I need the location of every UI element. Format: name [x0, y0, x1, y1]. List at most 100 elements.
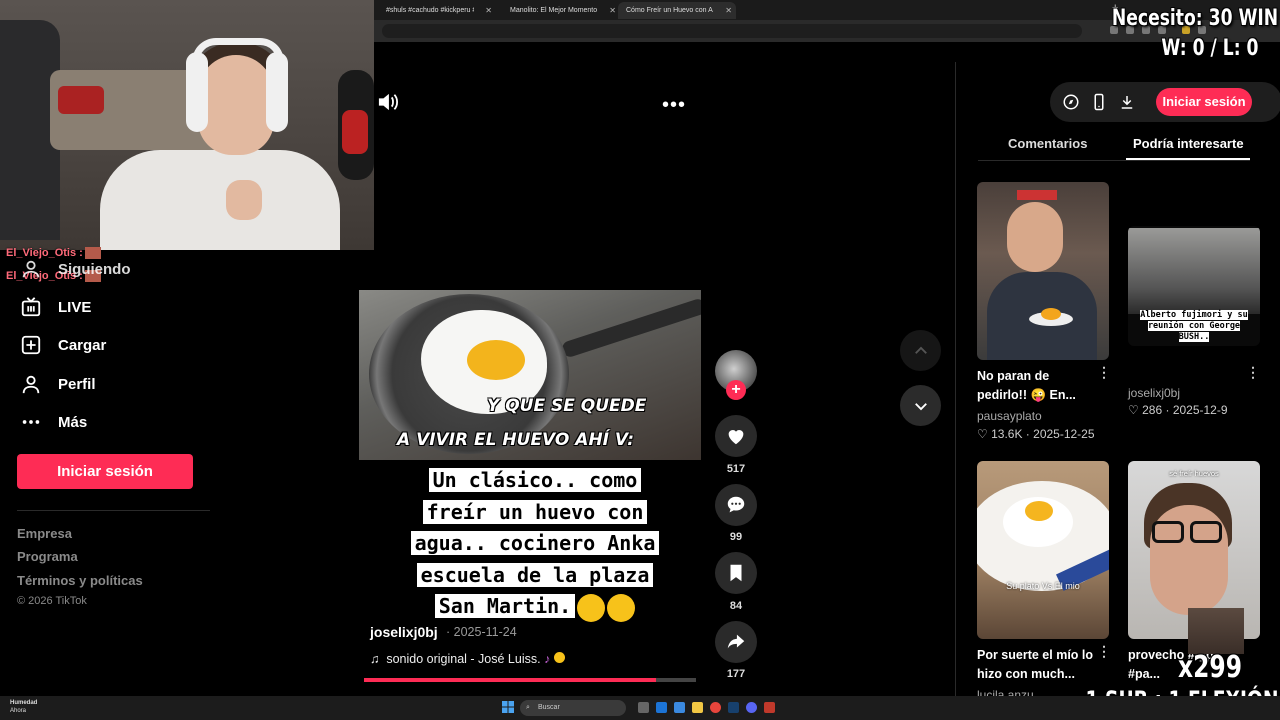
close-icon[interactable]: ✕ — [725, 2, 732, 19]
webcam-plant-detail — [342, 110, 368, 154]
video-music[interactable]: ♫ sonido original - José Luiss. ♪ — [370, 652, 565, 666]
footer-link-terms[interactable]: Términos y políticas — [17, 573, 143, 588]
card-author[interactable]: joselixj0bj — [1128, 386, 1180, 400]
login-button[interactable]: Iniciar sesión — [17, 454, 193, 489]
sidebar-item-more[interactable]: Más — [20, 411, 87, 433]
tab-related[interactable]: Podría interesarte — [1133, 136, 1244, 151]
taskbar-search[interactable]: ⌕ Buscar — [520, 700, 626, 716]
search-placeholder: Buscar — [538, 704, 560, 711]
card-more-icon[interactable]: ⋮ — [1246, 364, 1260, 381]
webcam-feed — [0, 0, 374, 250]
more-options-icon[interactable]: ••• — [662, 94, 686, 117]
card-author[interactable]: pausayplato — [977, 409, 1042, 423]
close-icon[interactable]: ✕ — [485, 2, 492, 19]
save-count: 84 — [729, 600, 743, 612]
video-progress-bar[interactable] — [364, 678, 696, 682]
follow-plus-icon[interactable]: + — [726, 380, 746, 400]
previous-video-button[interactable] — [900, 330, 941, 371]
sidebar-item-label: Siguiendo — [58, 260, 131, 278]
folder-icon[interactable] — [692, 702, 703, 713]
music-note-icon: ♫ — [370, 652, 380, 666]
footer-link-company[interactable]: Empresa — [17, 526, 72, 541]
sidebar-item-label: Más — [58, 413, 88, 431]
caption-line: Un clásico.. como — [428, 468, 642, 492]
task-view-icon[interactable] — [638, 702, 649, 713]
card-likes: 286 — [1142, 403, 1163, 417]
webcam-pillow — [58, 86, 104, 114]
sidebar-item-label: LIVE — [58, 298, 92, 316]
sidebar-item-profile[interactable]: Perfil — [20, 373, 96, 395]
video-caption: Un clásico.. como freír un huevo con agu… — [374, 465, 696, 623]
footer-link-program[interactable]: Programa — [17, 549, 78, 564]
video-thumbnail[interactable]: Su plato Vs El mio — [977, 461, 1109, 639]
active-tab-indicator — [1126, 158, 1250, 160]
tab-comments[interactable]: Comentarios — [1008, 136, 1087, 151]
comment-button[interactable] — [715, 484, 757, 526]
chevron-up-icon — [914, 346, 927, 354]
card-title[interactable]: No paran de pedirlo!! 😜 En... — [977, 367, 1097, 405]
edge-icon[interactable] — [656, 702, 667, 713]
card-more-icon[interactable]: ⋮ — [1097, 364, 1111, 381]
app-icon[interactable] — [764, 702, 775, 713]
chrome-icon[interactable] — [710, 702, 721, 713]
browser-tab-3[interactable]: Cómo Freír un Huevo con A ✕ — [618, 2, 736, 19]
discord-icon[interactable] — [746, 702, 757, 713]
card-likes: 13.6K — [991, 427, 1023, 441]
next-video-button[interactable] — [900, 385, 941, 426]
caption-line: freír un huevo con — [422, 499, 648, 524]
video-subtitle: Y QUE SE QUEDE — [487, 396, 647, 416]
url-field[interactable] — [382, 24, 1082, 38]
browser-tab-2[interactable]: Manolito: El Mejor Momento d ✕ — [502, 2, 620, 19]
browser-tab-1[interactable]: #shuls #cachudo #kickperu #k ✕ — [378, 2, 496, 19]
sidebar-divider — [17, 510, 210, 511]
card-more-icon[interactable]: ⋮ — [1097, 643, 1111, 660]
thumbnail-caption: Alberto fujimori y su reunión con George… — [1140, 310, 1248, 343]
overlay-score: W: 0 / L: 0 — [1160, 36, 1258, 61]
upload-icon — [21, 335, 41, 355]
overlay-goal: Necesito: 30 WIN — [1111, 6, 1278, 31]
sidebar-item-upload[interactable]: Cargar — [20, 334, 106, 356]
like-button[interactable] — [715, 415, 757, 457]
steam-icon[interactable] — [728, 702, 739, 713]
windows-start-icon[interactable] — [502, 701, 514, 713]
thumbnail-glasses-left — [1152, 521, 1184, 543]
webcam-headphones-left — [186, 52, 208, 132]
compass-icon[interactable] — [1062, 93, 1080, 111]
heart-icon — [728, 430, 744, 445]
weather-widget[interactable]: Humedad Ahora — [10, 699, 37, 715]
download-icon[interactable] — [1118, 93, 1136, 111]
video-pan-handle — [560, 297, 701, 359]
thumbnail-scene — [1128, 228, 1260, 314]
sidebar-item-live[interactable]: LIVE — [20, 296, 91, 318]
sidebar-item-following[interactable]: Siguiendo — [20, 258, 131, 280]
like-count: 517 — [726, 463, 746, 475]
video-thumbnail[interactable] — [977, 182, 1109, 360]
save-button[interactable] — [715, 552, 757, 594]
sidebar-item-label: Cargar — [58, 336, 107, 354]
chevron-down-icon — [914, 402, 927, 410]
video-player[interactable]: Y QUE SE QUEDE A VIVIR EL HUEVO AHÍ V: — [359, 290, 701, 460]
video-subtitle: A VIVIR EL HUEVO AHÍ V: — [397, 430, 635, 450]
card-date: 2025-12-25 — [1033, 427, 1095, 441]
webcam-person-face — [198, 55, 274, 155]
store-icon[interactable] — [674, 702, 685, 713]
video-thumbnail[interactable]: Alberto fujimori y su reunión con George… — [1128, 226, 1260, 346]
overlay-multiplier: x299 — [1178, 650, 1242, 685]
thumbnail-egg — [1041, 308, 1061, 320]
video-author[interactable]: joselixj0bj — [370, 624, 438, 640]
login-button-header[interactable]: Iniciar sesión — [1156, 88, 1252, 116]
share-button[interactable] — [715, 621, 757, 663]
thumbnail-caption: Su plato Vs El mio — [1006, 581, 1080, 591]
thumbnail-glasses-right — [1190, 521, 1222, 543]
comment-icon — [727, 496, 745, 513]
overlay-reaction-image — [1188, 608, 1244, 654]
webcam-person-body — [100, 150, 340, 250]
phone-icon[interactable] — [1090, 93, 1108, 111]
card-title[interactable]: Por suerte el mío lo hizo con much... — [977, 646, 1097, 684]
more-dots-icon — [22, 420, 40, 424]
heart-outline-icon: ♡ — [1128, 403, 1139, 417]
volume-icon[interactable] — [377, 92, 399, 112]
close-icon[interactable]: ✕ — [609, 2, 616, 19]
video-progress-fill — [364, 678, 657, 682]
tab-label: #shuls #cachudo #kickperu #k — [386, 7, 474, 14]
